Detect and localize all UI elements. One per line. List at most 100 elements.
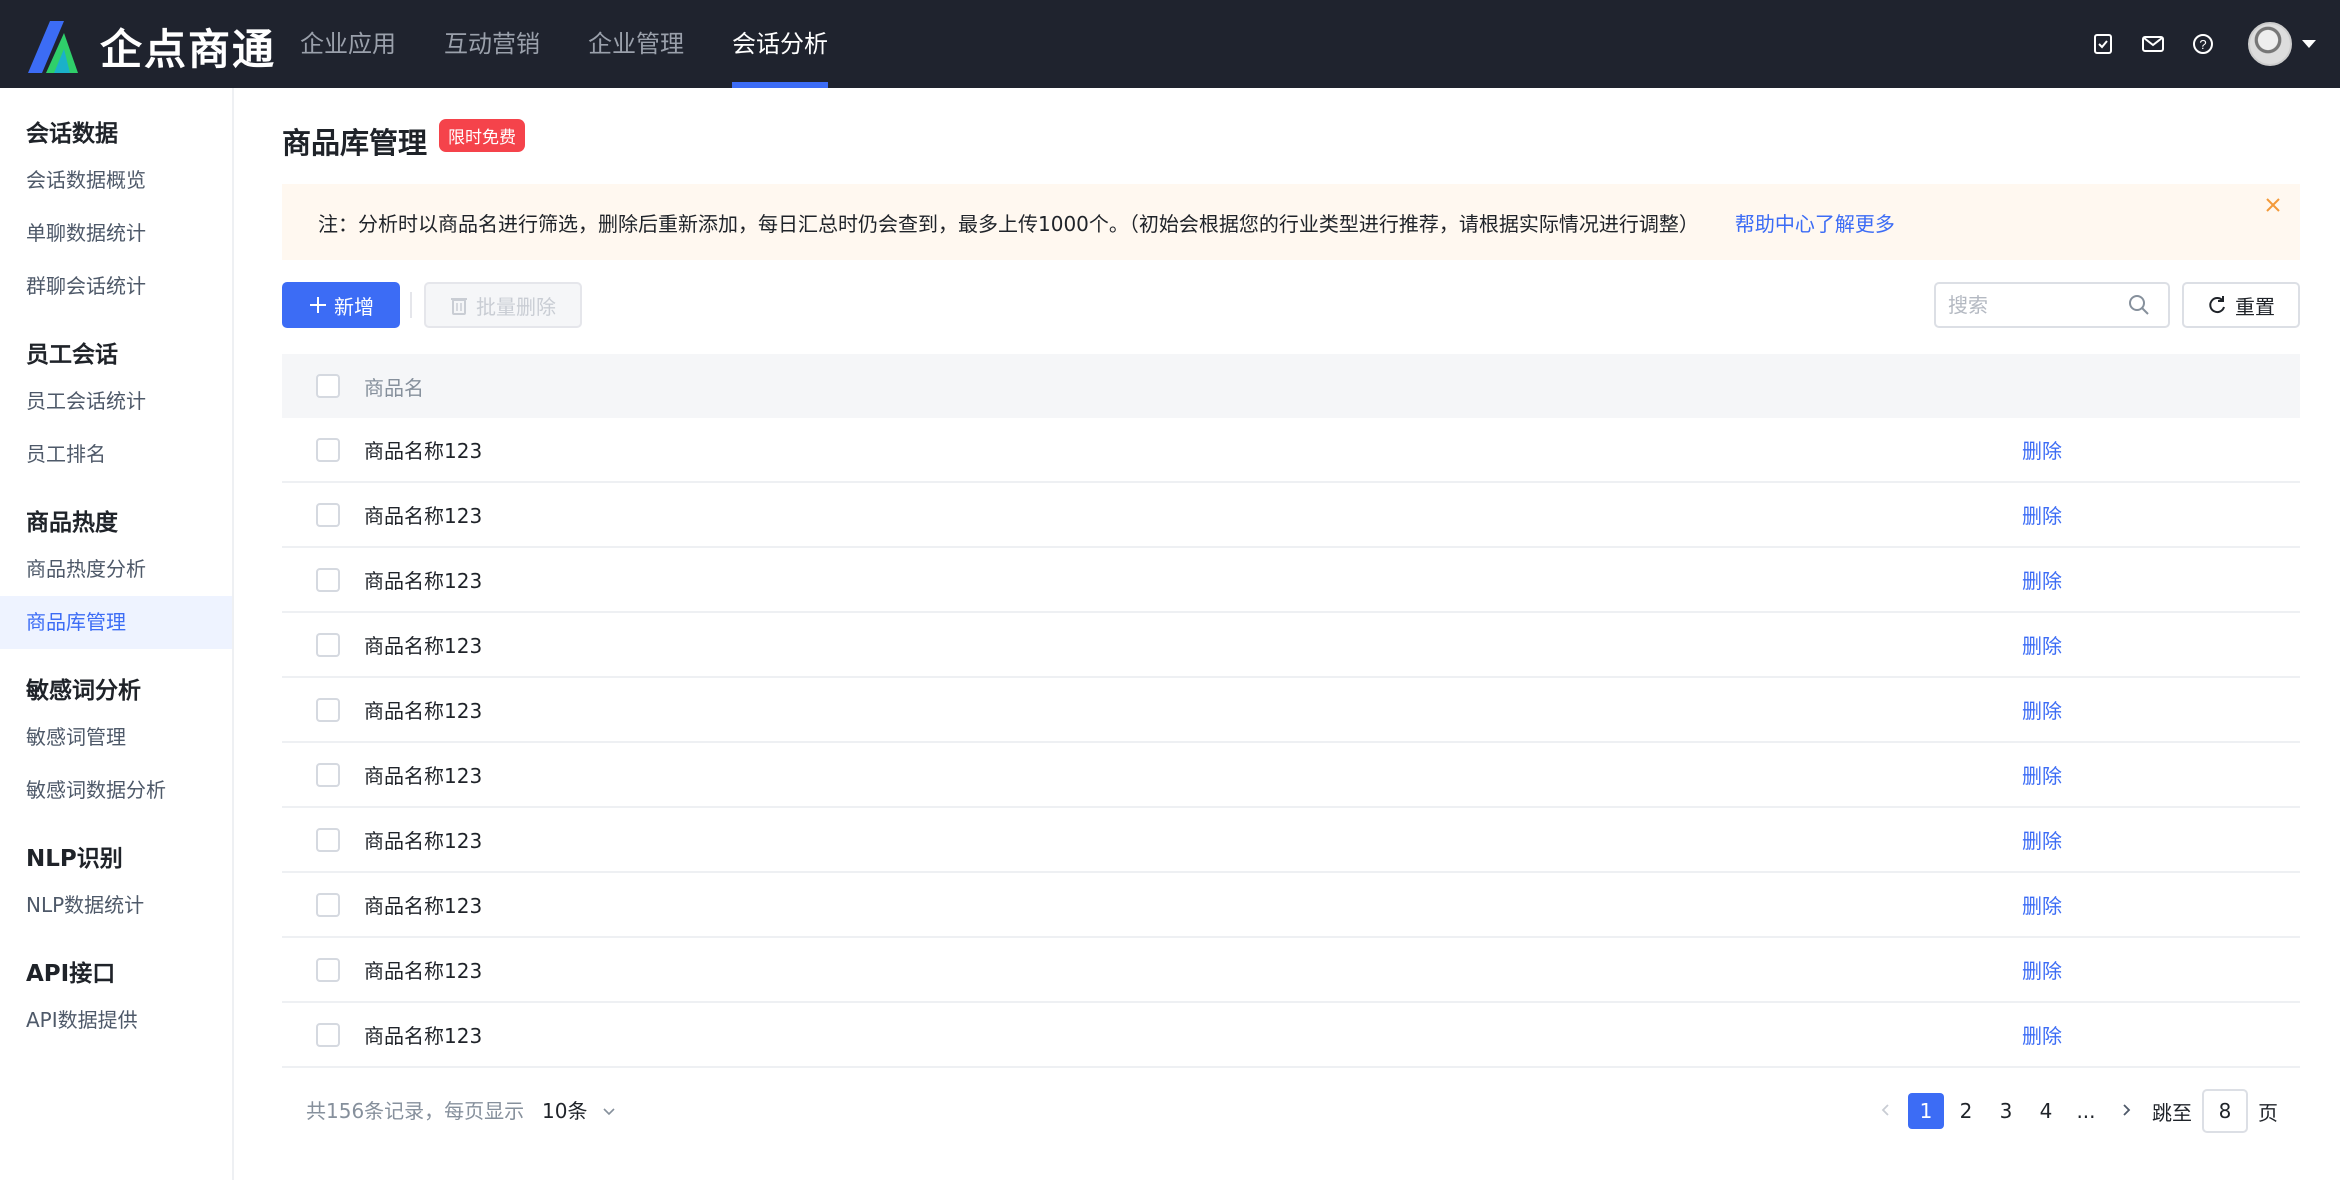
row-checkbox[interactable] (316, 827, 340, 852)
page-button-4[interactable]: 4 (2028, 1093, 2064, 1129)
select-all-checkbox[interactable] (316, 374, 340, 398)
reset-button[interactable]: 重置 (2182, 282, 2300, 328)
notice-text: 注：分析时以商品名进行筛选，删除后重新添加，每日汇总时仍会查到，最多上传1000… (318, 211, 1699, 236)
product-name-cell: 商品名称123 (364, 504, 483, 528)
mail-icon[interactable] (2140, 31, 2166, 57)
table-body: 商品名称123 删除 商品名称123 删除 商品名称123 删除 商品名称123 删除 商品名称… (282, 418, 2300, 1068)
sidebar-group-title: 商品热度 (26, 510, 118, 536)
page-list: 1 2 3 4 ... 跳至 8 页 (1866, 1089, 2300, 1133)
nav-enterprise-apps[interactable]: 企业应用 (300, 0, 396, 88)
table-row: 商品名称123 删除 (282, 418, 2300, 483)
chevron-left-icon (1881, 1104, 1889, 1116)
page-button-2[interactable]: 2 (1948, 1093, 1984, 1129)
sidebar-item-staff-stats[interactable]: 员工会话统计 (0, 375, 232, 428)
product-name-cell: 商品名称123 (364, 569, 483, 593)
prev-page-button[interactable] (1868, 1093, 1904, 1129)
table-row: 商品名称123 删除 (282, 743, 2300, 808)
sidebar-group-title: NLP识别 (26, 846, 123, 872)
product-name-cell: 商品名称123 (364, 699, 483, 723)
total-records: 共156条记录，每页显示 (306, 1099, 525, 1123)
nav-conversation-analysis[interactable]: 会话分析 (732, 0, 828, 88)
close-icon[interactable] (2260, 192, 2286, 218)
row-checkbox[interactable] (316, 632, 340, 657)
delete-link[interactable]: 删除 (2022, 695, 2062, 724)
plus-icon (310, 297, 326, 313)
sidebar-item-api-data[interactable]: API数据提供 (0, 994, 232, 1047)
delete-link[interactable]: 删除 (2022, 955, 2062, 984)
table-header: 商品名 (282, 354, 2300, 418)
row-checkbox[interactable] (316, 437, 340, 462)
delete-link[interactable]: 删除 (2022, 825, 2062, 854)
sidebar-item-product-heat[interactable]: 商品热度分析 (0, 543, 232, 596)
delete-link[interactable]: 删除 (2022, 760, 2062, 789)
toolbar: 新增 批量删除 重置 (282, 282, 2300, 328)
page-suffix: 页 (2258, 1100, 2278, 1125)
product-name-cell: 商品名称123 (364, 959, 483, 983)
sidebar-item-nlp-stats[interactable]: NLP数据统计 (0, 879, 232, 932)
delete-link[interactable]: 删除 (2022, 435, 2062, 464)
nav-interactive-marketing[interactable]: 互动营销 (444, 0, 540, 88)
sidebar-item-staff-rank[interactable]: 员工排名 (0, 428, 232, 481)
pagination: 共156条记录，每页显示 10条 1 2 3 4 ... 跳至 8 页 (282, 1089, 2300, 1133)
batch-delete-button[interactable]: 批量删除 (424, 282, 582, 328)
row-checkbox[interactable] (316, 762, 340, 787)
row-checkbox[interactable] (316, 892, 340, 917)
sidebar-item-sensitive-words[interactable]: 敏感词管理 (0, 711, 232, 764)
product-name-cell: 商品名称123 (364, 439, 483, 463)
nav-enterprise-management[interactable]: 企业管理 (588, 0, 684, 88)
sidebar-item-product-library[interactable]: 商品库管理 (0, 596, 232, 649)
svg-text:?: ? (2199, 37, 2206, 52)
chevron-down-icon (603, 1108, 616, 1116)
brand-name: 企点商通 (100, 25, 277, 74)
search-box (1934, 282, 2170, 328)
next-page-button[interactable] (2108, 1093, 2144, 1129)
user-avatar[interactable] (2248, 22, 2292, 66)
sidebar-item-overview[interactable]: 会话数据概览 (0, 154, 232, 207)
notice-banner: 注：分析时以商品名进行筛选，删除后重新添加，每日汇总时仍会查到，最多上传1000… (282, 184, 2300, 260)
table-row: 商品名称123 删除 (282, 938, 2300, 1003)
delete-link[interactable]: 删除 (2022, 1020, 2062, 1049)
row-checkbox[interactable] (316, 567, 340, 592)
sidebar-group-title: 会话数据 (26, 121, 118, 147)
page-size-select[interactable]: 10条 (542, 1089, 617, 1133)
jump-page-input[interactable]: 8 (2202, 1089, 2248, 1133)
page-size-value: 10条 (542, 1099, 588, 1123)
table-row: 商品名称123 删除 (282, 1003, 2300, 1068)
help-center-link[interactable]: 帮助中心了解更多 (1735, 208, 1895, 237)
sidebar-item-group-chat[interactable]: 群聊会话统计 (0, 260, 232, 313)
chevron-down-icon[interactable] (2302, 40, 2316, 48)
row-checkbox[interactable] (316, 502, 340, 527)
page-ellipsis[interactable]: ... (2068, 1093, 2104, 1129)
search-input[interactable] (1948, 293, 2128, 317)
sidebar-group-title: API接口 (26, 961, 116, 987)
page-button-3[interactable]: 3 (1988, 1093, 2024, 1129)
add-button[interactable]: 新增 (282, 282, 400, 328)
delete-link[interactable]: 删除 (2022, 630, 2062, 659)
product-name-cell: 商品名称123 (364, 1024, 483, 1048)
search-icon[interactable] (2128, 294, 2150, 316)
delete-link[interactable]: 删除 (2022, 890, 2062, 919)
page-button-1[interactable]: 1 (1908, 1093, 1944, 1129)
sidebar-item-sensitive-analysis[interactable]: 敏感词数据分析 (0, 764, 232, 817)
row-checkbox[interactable] (316, 697, 340, 722)
page-title: 商品库管理 (282, 126, 428, 160)
sidebar-item-single-chat[interactable]: 单聊数据统计 (0, 207, 232, 260)
add-button-label: 新增 (334, 294, 374, 319)
refresh-icon (2209, 296, 2225, 314)
row-checkbox[interactable] (316, 957, 340, 982)
sidebar-group-title: 员工会话 (26, 342, 118, 368)
help-icon[interactable]: ? (2190, 31, 2216, 57)
table-row: 商品名称123 删除 (282, 873, 2300, 938)
free-badge: 限时免费 (439, 118, 526, 152)
task-check-icon[interactable] (2090, 31, 2116, 57)
delete-link[interactable]: 删除 (2022, 565, 2062, 594)
jump-label: 跳至 (2152, 1100, 2192, 1125)
brand-logo[interactable]: 企点商通 (24, 16, 276, 77)
reset-button-label: 重置 (2235, 294, 2275, 319)
product-table: 商品名 商品名称123 删除 商品名称123 删除 商品名称123 删除 商品名称123 删除… (282, 354, 2300, 1068)
row-checkbox[interactable] (316, 1022, 340, 1047)
sidebar: 会话数据 会话数据概览 单聊数据统计 群聊会话统计 员工会话 员工会话统计 员工… (0, 88, 234, 1180)
column-header-product-name: 商品名 (364, 375, 424, 400)
table-row: 商品名称123 删除 (282, 613, 2300, 678)
delete-link[interactable]: 删除 (2022, 500, 2062, 529)
